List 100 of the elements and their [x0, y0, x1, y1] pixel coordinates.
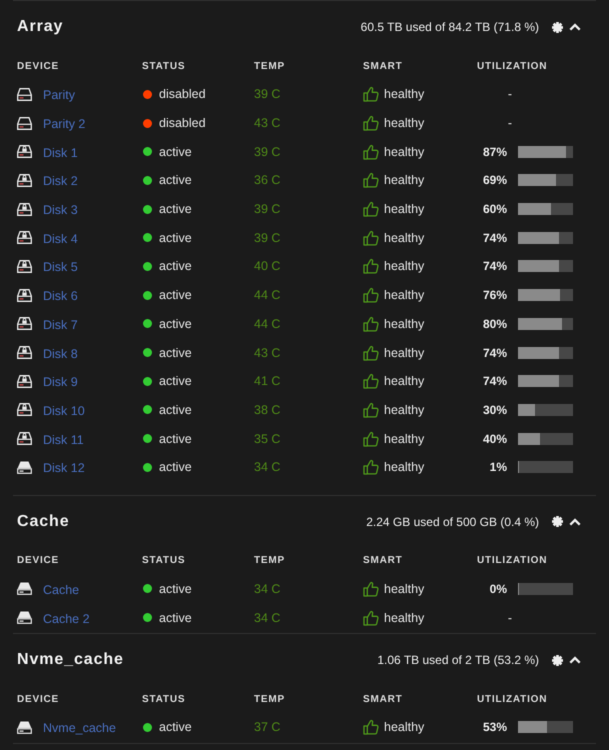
column-header: TEMP: [254, 694, 286, 704]
smart-status-text: healthy: [384, 144, 424, 159]
utilization-text: 1%: [488, 460, 507, 474]
locked-hdd-icon: [17, 260, 32, 273]
temperature-text: 35 C: [254, 432, 280, 446]
collapse-icon[interactable]: [569, 23, 581, 31]
status-text: active: [159, 173, 192, 188]
thumbs-up-icon: [363, 344, 379, 361]
smart-status-text: healthy: [384, 346, 424, 360]
ssd-icon: [17, 460, 32, 474]
locked-hdd-icon: [17, 145, 32, 158]
column-header: DEVICE: [17, 555, 60, 566]
device-link[interactable]: Parity 2: [43, 117, 86, 132]
settings-icon[interactable]: [552, 22, 563, 32]
locked-hdd-icon: [17, 317, 32, 330]
smart-status-text: healthy: [384, 432, 424, 446]
utilization-text: 76%: [482, 288, 507, 302]
utilization-text: 87%: [482, 144, 507, 159]
status-text: active: [159, 288, 192, 302]
column-header: TEMP: [254, 60, 286, 72]
status-text: active: [159, 144, 192, 159]
status-text: active: [159, 316, 192, 331]
temperature-text: 40 C: [254, 259, 280, 274]
device-link[interactable]: Parity: [43, 88, 75, 102]
utilization-text: 53%: [482, 720, 507, 734]
temperature-text: 39 C: [254, 144, 280, 159]
column-header: DEVICE: [17, 694, 60, 704]
device-link[interactable]: Nvme_cache: [43, 721, 116, 736]
utilization-text: 40%: [482, 432, 507, 446]
hdd-icon: [17, 88, 32, 101]
device-link[interactable]: Disk 6: [43, 289, 78, 304]
ssd-icon: [17, 720, 32, 734]
column-header: TEMP: [254, 555, 286, 566]
utilization-text: 30%: [482, 402, 507, 417]
smart-status-text: healthy: [384, 173, 424, 188]
smart-status-text: healthy: [384, 402, 424, 417]
hdd-icon: [17, 116, 32, 130]
smart-status-text: healthy: [384, 374, 424, 388]
utilization-text: 80%: [482, 316, 507, 331]
device-link[interactable]: Cache: [43, 582, 80, 597]
locked-hdd-icon: [17, 288, 32, 302]
thumbs-up-icon: [363, 459, 379, 476]
thumbs-up-icon: [363, 115, 379, 132]
column-header: STATUS: [142, 555, 186, 566]
smart-status-text: healthy: [384, 87, 424, 102]
usage-summary: 2.24 GB used of 500 GB (0.4 %): [366, 514, 539, 529]
device-link[interactable]: Disk 1: [43, 146, 78, 160]
collapse-icon[interactable]: [569, 656, 581, 664]
status-text: active: [159, 460, 192, 474]
device-link[interactable]: Disk 9: [43, 375, 78, 390]
column-header: UTILIZATION: [477, 60, 548, 72]
settings-icon[interactable]: [552, 654, 563, 666]
utilization-text: 60%: [482, 202, 507, 216]
temperature-text: 36 C: [254, 173, 280, 188]
temperature-text: 43 C: [254, 346, 280, 360]
thumbs-up-icon: [363, 580, 379, 597]
smart-status-text: healthy: [384, 610, 424, 625]
locked-hdd-icon: [17, 403, 32, 416]
device-link[interactable]: Disk 8: [43, 346, 78, 361]
device-link[interactable]: Disk 2: [43, 174, 78, 188]
locked-hdd-icon: [17, 346, 32, 360]
locked-hdd-icon: [17, 174, 32, 187]
column-header: SMART: [363, 694, 404, 704]
column-header: STATUS: [142, 694, 186, 704]
temperature-text: 41 C: [254, 374, 280, 388]
device-link[interactable]: Disk 5: [43, 260, 78, 274]
ssd-icon: [17, 611, 32, 624]
utilization-text: 74%: [482, 346, 507, 360]
temperature-text: 34 C: [254, 610, 280, 625]
device-link[interactable]: Disk 10: [43, 404, 85, 418]
status-text: active: [159, 582, 192, 596]
thumbs-up-icon: [363, 373, 379, 390]
column-header: STATUS: [142, 60, 186, 72]
utilization-text: 74%: [482, 374, 507, 388]
status-text: active: [159, 374, 192, 388]
device-link[interactable]: Cache 2: [43, 612, 90, 626]
thumbs-up-icon: [363, 430, 379, 447]
thumbs-up-icon: [363, 172, 379, 188]
usage-summary: 1.06 TB used of 2 TB (53.2 %): [377, 653, 539, 667]
device-link[interactable]: Disk 3: [43, 203, 78, 218]
smart-status-text: healthy: [384, 720, 424, 734]
smart-status-text: healthy: [384, 460, 424, 474]
locked-hdd-icon: [17, 432, 32, 446]
device-link[interactable]: Disk 11: [43, 432, 84, 447]
temperature-text: 34 C: [254, 460, 280, 474]
thumbs-up-icon: [363, 316, 379, 332]
temperature-text: 39 C: [254, 230, 280, 245]
status-text: active: [159, 202, 192, 216]
thumbs-up-icon: [363, 86, 379, 102]
smart-status-text: healthy: [384, 230, 424, 245]
device-link[interactable]: Disk 12: [43, 461, 85, 476]
device-link[interactable]: Disk 7: [43, 318, 78, 332]
locked-hdd-icon: [17, 202, 32, 216]
usage-summary: 60.5 TB used of 84.2 TB (71.8 %): [360, 20, 539, 34]
ssd-icon: [17, 582, 32, 596]
device-link[interactable]: Disk 4: [43, 232, 78, 246]
collapse-icon[interactable]: [569, 518, 581, 526]
section-title: Array: [17, 18, 64, 36]
column-header: SMART: [363, 60, 404, 72]
settings-icon[interactable]: [552, 516, 563, 528]
